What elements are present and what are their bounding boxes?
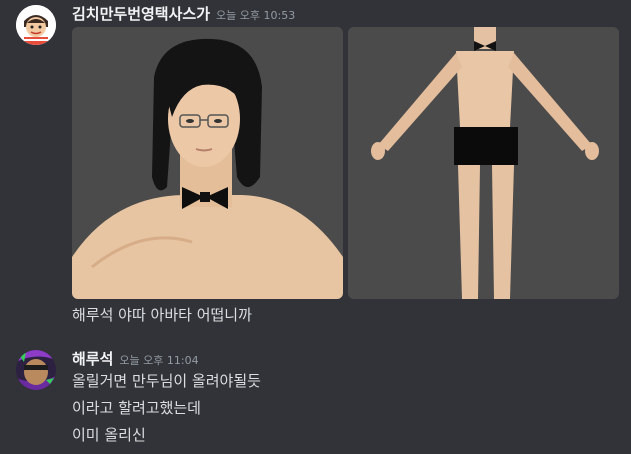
- chat-message-list: 김치만두번영택사스가 오늘 오후 10:53 해루석 야따 아바타 어떱니까 해…: [0, 0, 631, 454]
- avatar-full-body-image[interactable]: [348, 27, 619, 299]
- message-text: 올릴거면 만두님이 올려야될듯: [72, 372, 261, 390]
- author-name[interactable]: 김치만두번영택사스가: [72, 5, 210, 23]
- message-text: 이라고 할려고했는데: [72, 399, 201, 417]
- message-header: 김치만두번영택사스가 오늘 오후 10:53: [72, 4, 295, 26]
- author-name[interactable]: 해루석: [72, 350, 113, 368]
- message-text: 이미 올리신: [72, 426, 146, 444]
- message-timestamp[interactable]: 오늘 오후 11:04: [119, 354, 198, 367]
- cartoon-face-avatar-icon[interactable]: [16, 5, 56, 45]
- message-header: 해루석 오늘 오후 11:04: [72, 349, 199, 371]
- message-text: 해루석 야따 아바타 어떱니까: [72, 306, 252, 324]
- message-timestamp[interactable]: 오늘 오후 10:53: [216, 9, 295, 22]
- photo-avatar-icon[interactable]: [16, 350, 56, 390]
- avatar-portrait-image[interactable]: [72, 27, 343, 299]
